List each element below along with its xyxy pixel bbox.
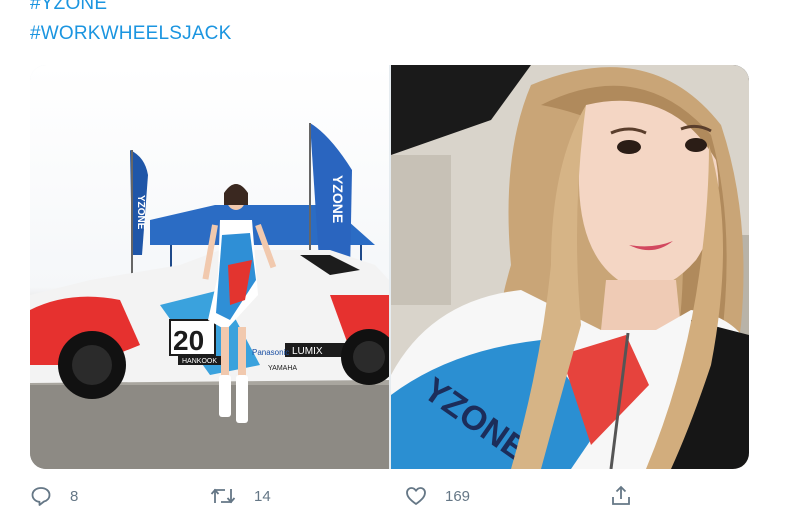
flag-left-text: YZONE <box>135 195 146 230</box>
retweet-button[interactable]: 14 <box>210 485 271 507</box>
share-button[interactable] <box>610 485 632 507</box>
heart-icon <box>406 487 426 505</box>
photo-selfie[interactable]: YZONE <box>391 65 749 469</box>
retweet-icon <box>210 488 236 504</box>
photo-left-illustration: YZONE YZONE 20 LUMIX Panasonic HANKOOK Y… <box>30 123 389 469</box>
car-number: 20 <box>173 325 204 356</box>
hashtag-yzone[interactable]: #YZONE <box>30 0 107 16</box>
sponsor-panasonic: Panasonic <box>252 348 289 357</box>
reply-count: 8 <box>70 487 79 505</box>
like-button[interactable]: 169 <box>405 485 470 507</box>
sponsor-hankook: HANKOOK <box>182 358 217 365</box>
hashtag-workwheelsjack[interactable]: #WORKWHEELSJACK <box>30 22 231 46</box>
share-icon <box>612 485 630 505</box>
retweet-count: 14 <box>254 487 271 505</box>
tweet-media-grid: YZONE YZONE 20 LUMIX Panasonic HANKOOK Y… <box>30 65 749 469</box>
photo-race-queen-with-car[interactable]: YZONE YZONE 20 LUMIX Panasonic HANKOOK Y… <box>30 65 389 469</box>
sponsor-yamaha: YAMAHA <box>268 365 297 372</box>
reply-icon <box>31 487 51 506</box>
flag-right-text: YZONE <box>330 175 346 223</box>
photo-right-illustration: YZONE <box>391 65 749 469</box>
like-count: 169 <box>445 487 471 505</box>
reply-button[interactable]: 8 <box>30 485 78 507</box>
tweet-actions: 8 14 169 <box>30 485 749 515</box>
sponsor-lumix: LUMIX <box>292 346 323 357</box>
